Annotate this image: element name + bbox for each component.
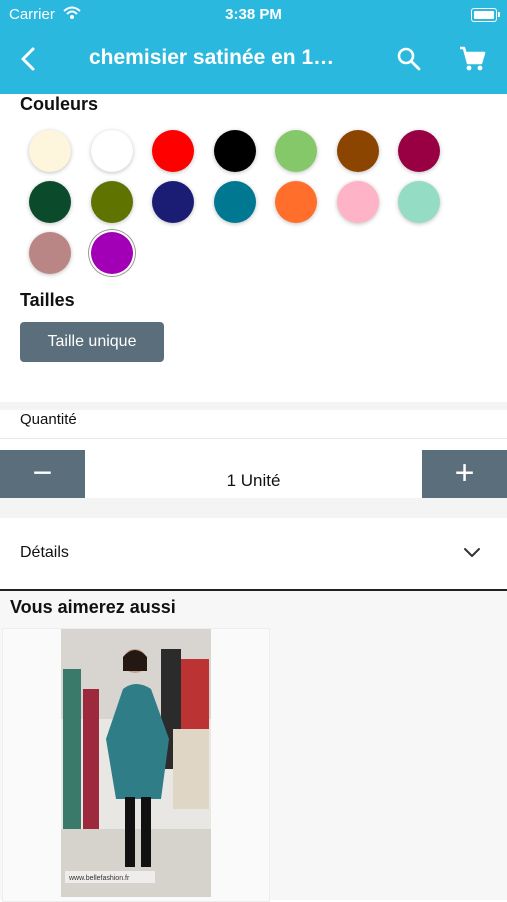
color-swatch[interactable]: [275, 130, 317, 172]
color-swatch[interactable]: [29, 181, 71, 223]
header-bar: Carrier 3:38 PM chemisier satinée en 1…: [0, 0, 507, 94]
section-separator: [0, 498, 507, 518]
color-swatch[interactable]: [90, 130, 133, 172]
size-option-button[interactable]: Taille unique: [20, 322, 164, 362]
colors-label: Couleurs: [20, 94, 99, 114]
color-swatch[interactable]: [213, 181, 256, 223]
color-swatch[interactable]: [152, 130, 194, 172]
watermark-text: www.bellefashion.fr: [68, 875, 130, 882]
status-bar: Carrier 3:38 PM: [0, 0, 507, 28]
color-swatch[interactable]: [29, 232, 71, 274]
color-swatch[interactable]: [336, 181, 379, 223]
product-card[interactable]: www.bellefashion.fr: [2, 628, 270, 902]
status-time: 3:38 PM: [225, 6, 282, 23]
back-arrow-icon[interactable]: [14, 44, 44, 74]
color-swatch[interactable]: [90, 181, 133, 223]
color-swatch[interactable]: [90, 232, 133, 274]
color-swatch[interactable]: [275, 181, 317, 223]
color-swatch[interactable]: [398, 130, 440, 172]
color-swatch[interactable]: [398, 181, 440, 223]
decrease-quantity-button[interactable]: −: [0, 450, 85, 498]
section-separator: [0, 402, 507, 410]
product-image[interactable]: www.bellefashion.fr: [61, 629, 211, 897]
divider: [0, 438, 507, 439]
battery-icon: [471, 8, 500, 22]
details-row[interactable]: Détails: [20, 544, 69, 562]
search-icon[interactable]: [396, 46, 422, 72]
color-swatch[interactable]: [213, 130, 256, 172]
quantity-value: 1 Unité: [226, 471, 281, 490]
color-swatch[interactable]: [152, 181, 194, 223]
color-swatch[interactable]: [29, 130, 71, 172]
quantity-label: Quantité: [20, 411, 77, 428]
cart-icon[interactable]: [458, 45, 486, 73]
color-swatch[interactable]: [336, 130, 379, 172]
page-title: chemisier satinée en 1…: [89, 46, 335, 69]
chevron-down-icon[interactable]: [462, 544, 482, 560]
sizes-label: Tailles: [20, 290, 75, 310]
increase-quantity-button[interactable]: +: [422, 450, 507, 498]
recommend-title: Vous aimerez aussi: [10, 597, 176, 617]
